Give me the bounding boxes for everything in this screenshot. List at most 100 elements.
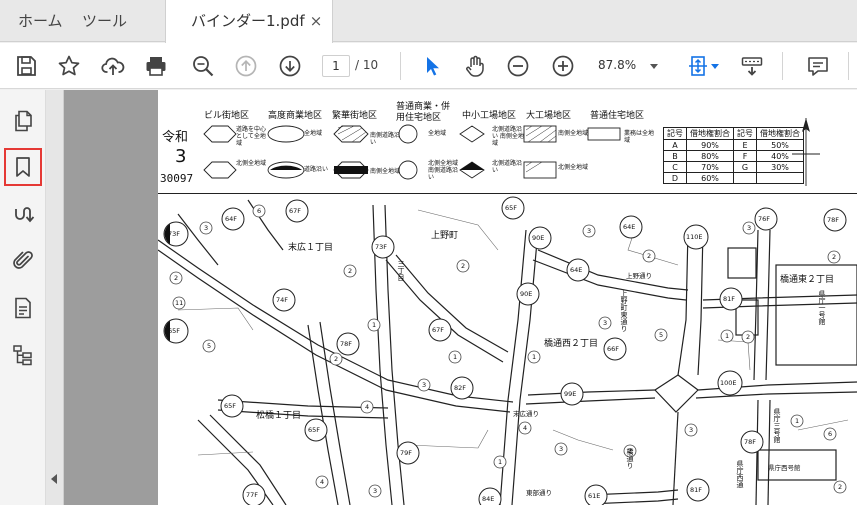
- area-name: 県庁西号館: [768, 464, 801, 472]
- tab-bar: ホーム ツール バインダー1.pdf ×: [0, 0, 857, 43]
- table-cell: 80%: [686, 150, 734, 162]
- legend-district: 普通住宅地区: [590, 111, 645, 121]
- legend-note: 南側道路沿い: [370, 132, 401, 146]
- save-button[interactable]: [12, 52, 40, 80]
- keyboard-icon: [741, 57, 763, 76]
- table-row: B 80% F 40%: [663, 150, 804, 162]
- route-label: 67F: [432, 326, 445, 334]
- block-number: 1: [453, 353, 458, 361]
- zoom-in-button[interactable]: [549, 52, 577, 80]
- zoom-level-value: 87.8%: [598, 58, 637, 72]
- tab-tools[interactable]: ツール: [82, 0, 127, 42]
- route-label: 78F: [744, 438, 757, 446]
- legend-note: 北側全地域 南側道路沿い: [428, 160, 459, 181]
- table-cell: 60%: [686, 172, 734, 184]
- table-cell: E: [733, 139, 757, 151]
- previous-page-button[interactable]: [232, 52, 260, 80]
- block-number: 3: [559, 445, 564, 453]
- fit-page-dropdown-icon[interactable]: [711, 64, 719, 69]
- zoom-out-button[interactable]: [504, 52, 532, 80]
- block-number: 3: [373, 487, 378, 495]
- hand-tool-button[interactable]: [461, 52, 489, 80]
- block-number: 1: [498, 458, 503, 466]
- route-label: 77F: [246, 491, 259, 499]
- block-number: 2: [832, 253, 837, 261]
- table-cell: [733, 172, 757, 184]
- block-number: 6: [828, 430, 833, 438]
- area-name: 橋通東２丁目: [780, 275, 835, 285]
- document-viewport[interactable]: 64F 67F 73F 65F 90E 64E 110E 76F 78F 73F…: [46, 90, 857, 505]
- table-row: A 90% E 50%: [663, 139, 804, 151]
- block-number: 2: [334, 355, 339, 363]
- navigation-sidebar: [0, 90, 46, 505]
- bookmarks-button[interactable]: [4, 148, 42, 186]
- block-number: 2: [838, 483, 843, 491]
- pages-icon: [15, 110, 32, 132]
- legend-era: 令和: [162, 130, 189, 145]
- block-number: 4: [365, 403, 370, 411]
- block-number: 2: [348, 267, 353, 275]
- block-number: 3: [603, 319, 608, 327]
- page-down-icon: [279, 55, 301, 77]
- upload-button[interactable]: [99, 52, 127, 80]
- block-number: 3: [747, 224, 752, 232]
- legend-note: 全地域: [304, 130, 323, 137]
- save-icon: [17, 56, 36, 76]
- block-number: 3: [587, 227, 592, 235]
- close-tab-icon[interactable]: ×: [308, 13, 324, 29]
- upload-icon: [101, 57, 125, 75]
- block-number: 2: [174, 274, 179, 282]
- panel-collapse-strip[interactable]: [46, 90, 64, 505]
- page-number-input[interactable]: [322, 55, 350, 77]
- leasehold-ratio-table: 記号 借地権割合 記号 借地権割合 A 90% E 50% B 80% F 40…: [663, 127, 804, 184]
- toolbar-divider: [782, 52, 783, 80]
- route-label: 78F: [827, 216, 840, 224]
- block-number: 3: [422, 381, 427, 389]
- find-button[interactable]: [189, 52, 217, 80]
- legend-note: 道路を中心として全地域: [236, 126, 267, 147]
- area-name: 松橋１丁目: [256, 411, 302, 421]
- tab-document[interactable]: バインダー1.pdf ×: [165, 0, 333, 43]
- street-name: 上野通り: [626, 272, 652, 280]
- street-name: 県庁西通: [736, 460, 744, 488]
- zoom-level-dropdown[interactable]: 87.8%: [590, 55, 662, 77]
- content-tree-icon: [13, 345, 32, 366]
- area-name: 県庁一号館: [818, 290, 826, 325]
- page-thumbnails-button[interactable]: [4, 102, 42, 140]
- tab-document-label: バインダー1.pdf: [191, 12, 305, 30]
- area-name: 県庁三号館: [773, 408, 781, 443]
- legend-district: 普通商業・併用住宅地区: [396, 102, 451, 123]
- street-name: 上野町東通り: [620, 290, 628, 332]
- signatures-button[interactable]: [4, 196, 42, 234]
- route-label: 90E: [520, 290, 533, 298]
- tab-home[interactable]: ホーム: [18, 0, 63, 42]
- read-mode-button[interactable]: [738, 52, 766, 80]
- route-label: 82F: [454, 384, 467, 392]
- table-cell: A: [663, 139, 687, 151]
- attachments-button[interactable]: [4, 242, 42, 280]
- page-total: / 10: [355, 58, 379, 72]
- zoom-search-icon: [193, 56, 214, 77]
- document-properties-icon: [15, 297, 31, 319]
- block-number: 4: [320, 478, 325, 486]
- route-label: 65F: [308, 426, 321, 434]
- north-arrow-icon: [792, 118, 820, 186]
- fit-page-button[interactable]: [684, 52, 712, 80]
- content-tree-button[interactable]: [4, 336, 42, 374]
- route-label: 65F: [505, 204, 518, 212]
- route-label: 100E: [720, 379, 737, 387]
- route-label: 81F: [723, 295, 736, 303]
- next-page-button[interactable]: [276, 52, 304, 80]
- comment-button[interactable]: [804, 52, 832, 80]
- bookmark-star-button[interactable]: [55, 52, 83, 80]
- route-label: 64E: [623, 223, 636, 231]
- table-cell: B: [663, 150, 687, 162]
- select-tool-button[interactable]: [418, 52, 446, 80]
- route-label: 61E: [588, 492, 601, 500]
- collapse-panel-icon[interactable]: [51, 474, 57, 484]
- table-cell: C: [663, 161, 687, 173]
- legend-code: 30097: [160, 172, 194, 185]
- route-label: 99E: [564, 390, 577, 398]
- document-properties-button[interactable]: [4, 289, 42, 327]
- print-button[interactable]: [142, 52, 170, 80]
